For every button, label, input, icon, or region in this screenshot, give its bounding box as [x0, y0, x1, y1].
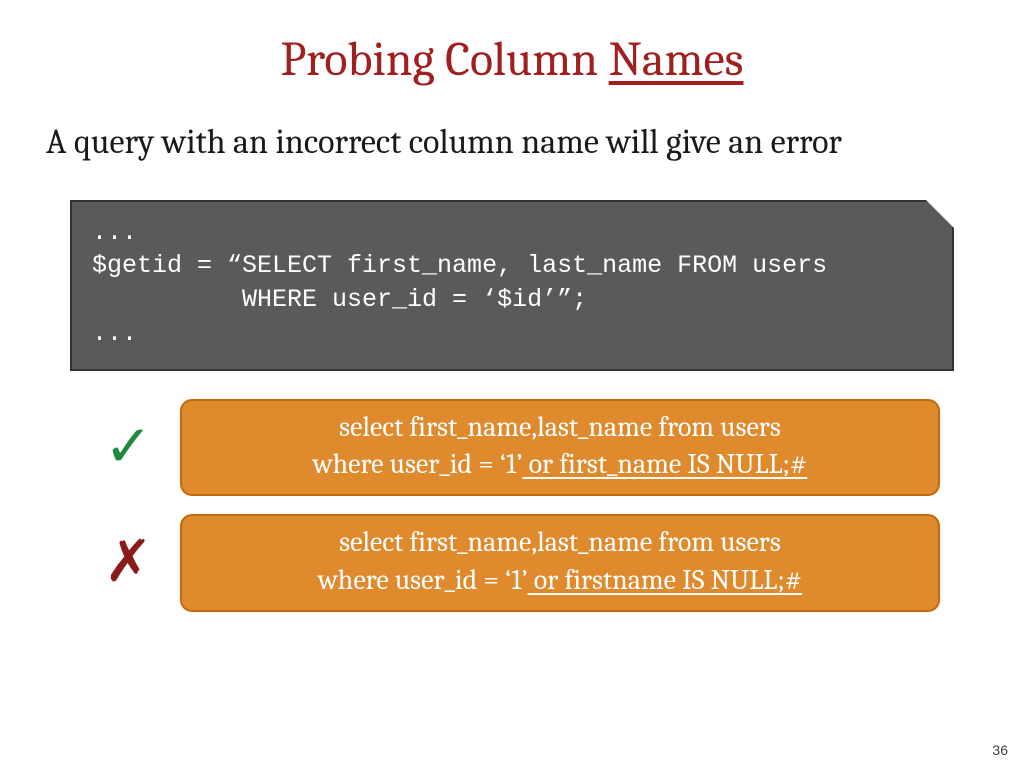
code-block: ... $getid = “SELECT first_name, last_na… — [70, 200, 954, 371]
dogear-icon — [926, 200, 954, 228]
title-underlined: Names — [609, 32, 744, 87]
code-line-1: ... — [92, 218, 137, 247]
code-line-4: ... — [92, 319, 137, 348]
cross-icon: ✗ — [104, 534, 180, 592]
invalid-query-line2-plain: where user_id = ‘1’ — [318, 564, 528, 596]
valid-query-row: ✓ select first_name,last_name from users… — [40, 399, 984, 497]
check-icon: ✓ — [104, 418, 180, 476]
invalid-query-line2-inject: or firstname IS NULL;# — [528, 564, 802, 596]
slide-title: Probing Column Names — [40, 32, 984, 87]
slide-subtitle: A query with an incorrect column name wi… — [40, 121, 984, 164]
slide: Probing Column Names A query with an inc… — [0, 0, 1024, 768]
code-line-2: $getid = “SELECT first_name, last_name F… — [92, 251, 827, 280]
valid-query-line2-plain: where user_id = ‘1’ — [313, 448, 523, 480]
valid-query-line1: select first_name,last_name from users — [339, 411, 781, 443]
invalid-query-line1: select first_name,last_name from users — [339, 526, 781, 558]
invalid-query-row: ✗ select first_name,last_name from users… — [40, 514, 984, 612]
invalid-query-box: select first_name,last_name from users w… — [180, 514, 940, 612]
valid-query-box: select first_name,last_name from users w… — [180, 399, 940, 497]
valid-query-line2-inject: or first_name IS NULL;# — [522, 448, 807, 480]
page-number: 36 — [992, 742, 1008, 758]
title-plain: Probing Column — [281, 32, 609, 87]
code-line-3: WHERE user_id = ‘$id’”; — [92, 285, 587, 314]
